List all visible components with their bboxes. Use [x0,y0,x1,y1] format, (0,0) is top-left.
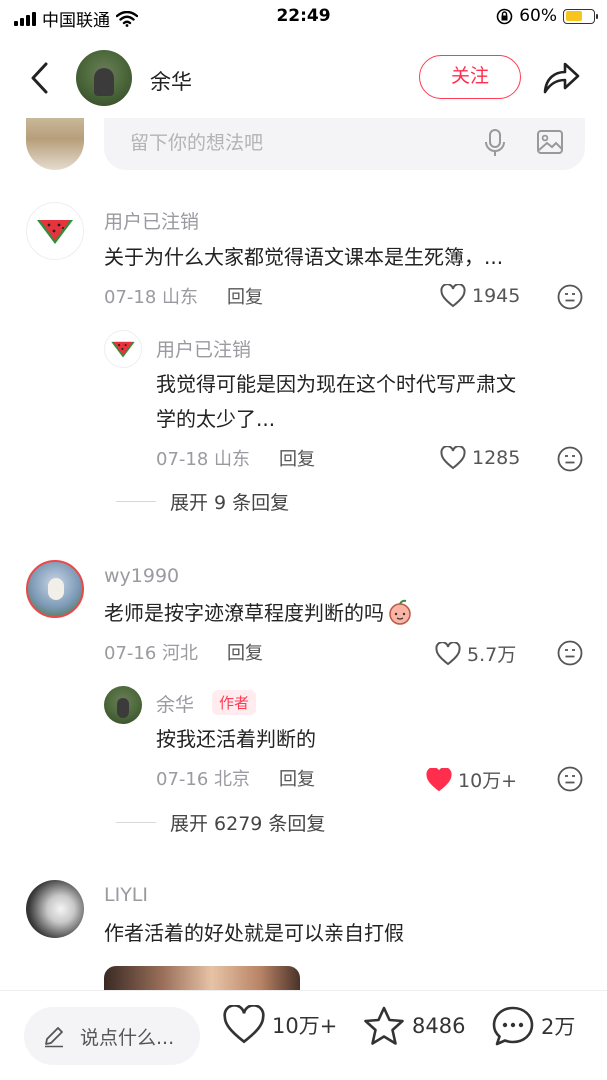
follow-button[interactable]: 关注 [419,55,521,99]
top-nav: 余华 关注 [0,44,607,114]
status-right: 60% [496,6,598,26]
divider-line [116,822,156,823]
star-outline-icon [364,1006,404,1045]
comment-username[interactable]: 用户已注销 [104,207,199,234]
comment-text[interactable]: 老师是按字迹潦草程度判断的吗 [104,597,414,630]
my-avatar [26,118,84,170]
like-count: 5.7万 [467,644,517,666]
rotation-lock-icon [496,8,513,24]
say-something-input[interactable]: 说点什么... [24,1007,200,1065]
expand-replies-label: 展开 6279 条回复 [170,813,326,835]
comment-date: 07-16 [104,643,157,664]
comment-username[interactable]: LIYLI [104,884,148,906]
expand-replies-button[interactable]: 展开 6279 条回复 [116,809,325,836]
comment-bubble-icon [492,1006,534,1046]
reply-meta: 07-16 北京 [156,765,250,791]
comment-avatar[interactable] [26,202,84,260]
emoji-reaction-icon[interactable] [557,284,583,310]
reply-location: 北京 [214,769,251,790]
reply-text[interactable]: 按我还活着判断的 [156,723,316,756]
say-something-placeholder: 说点什么... [80,1027,175,1049]
emoji-reaction-icon[interactable] [557,446,583,472]
reply-text-line-1[interactable]: 我觉得可能是因为现在这个时代写严肃文 [156,368,516,401]
comment-text[interactable]: 作者活着的好处就是可以亲自打假 [104,917,404,950]
reply-avatar[interactable] [104,686,142,724]
favorite-count: 8486 [412,1014,466,1038]
heart-outline-icon [435,641,461,665]
avatar-figure [117,698,129,718]
comment-text-content: 老师是按字迹潦草程度判断的吗 [104,601,384,625]
reply-button[interactable]: 回复 [279,765,315,791]
reply-meta: 07-18 山东 [156,445,250,471]
comment-text[interactable]: 关于为什么大家都觉得语文课本是生死簿，... [104,241,503,274]
back-arrow-icon[interactable] [24,58,58,98]
reply-username[interactable]: 余华 [156,690,194,717]
comment-avatar[interactable] [26,560,84,618]
heart-filled-icon [426,767,452,791]
peach-emoji-icon [389,599,411,625]
like-button[interactable]: 10万+ [426,766,517,793]
microphone-icon[interactable] [484,128,506,158]
heart-outline-icon [440,284,466,308]
battery-percent: 60% [519,6,557,26]
comment-count: 2万 [541,1015,576,1039]
heart-outline-icon [223,1005,265,1044]
like-button[interactable]: 5.7万 [435,640,516,667]
divider-line [116,501,156,502]
reply-date: 07-16 [156,769,209,790]
author-avatar[interactable] [76,50,132,106]
battery-icon [563,8,598,24]
reply-date: 07-18 [156,449,209,470]
like-post-button[interactable]: 10万+ [222,1005,337,1045]
comments-button[interactable]: 2万 [491,1005,575,1047]
reply-button[interactable]: 回复 [227,639,263,665]
watermelon-icon [37,220,73,244]
emoji-reaction-icon[interactable] [557,640,583,666]
author-badge: 作者 [212,690,257,715]
share-icon[interactable] [541,60,581,96]
comment-location: 河北 [162,643,199,664]
expand-replies-label: 展开 9 条回复 [170,492,290,514]
expand-replies-button[interactable]: 展开 9 条回复 [116,488,289,515]
status-bar: 中国联通 22:49 60% [0,0,607,34]
like-count: 1285 [472,447,521,469]
like-button[interactable]: 1285 [440,446,520,470]
reply-location: 山东 [214,449,251,470]
image-icon[interactable] [536,128,564,156]
reply-username[interactable]: 用户已注销 [156,335,251,362]
author-name[interactable]: 余华 [150,66,192,96]
comment-location: 山东 [162,287,199,308]
like-count: 10万+ [458,770,518,792]
reply-text-line-2[interactable]: 学的太少了... [156,403,275,436]
reply-button[interactable]: 回复 [227,283,263,309]
comment-username[interactable]: wy1990 [104,565,179,587]
comment-input-placeholder: 留下你的想法吧 [130,132,264,154]
avatar-figure [48,578,64,600]
comment-input[interactable]: 留下你的想法吧 [104,118,585,170]
heart-outline-icon [440,446,466,470]
like-button[interactable]: 1945 [440,284,520,308]
reply-button[interactable]: 回复 [279,445,315,471]
comment-meta: 07-16 河北 [104,639,198,665]
favorite-button[interactable]: 8486 [362,1005,465,1047]
watermelon-icon [111,341,135,358]
comment-meta: 07-18 山东 [104,283,198,309]
comment-date: 07-18 [104,287,157,308]
reply-avatar[interactable] [104,330,142,368]
emoji-reaction-icon[interactable] [557,766,583,792]
bottom-action-bar: 说点什么... 10万+ 8486 2万 [0,990,607,1080]
pencil-icon [45,1027,63,1048]
post-like-count: 10万+ [272,1014,338,1038]
comment-image[interactable] [104,966,300,990]
comment-avatar[interactable] [26,880,84,938]
like-count: 1945 [472,285,521,307]
